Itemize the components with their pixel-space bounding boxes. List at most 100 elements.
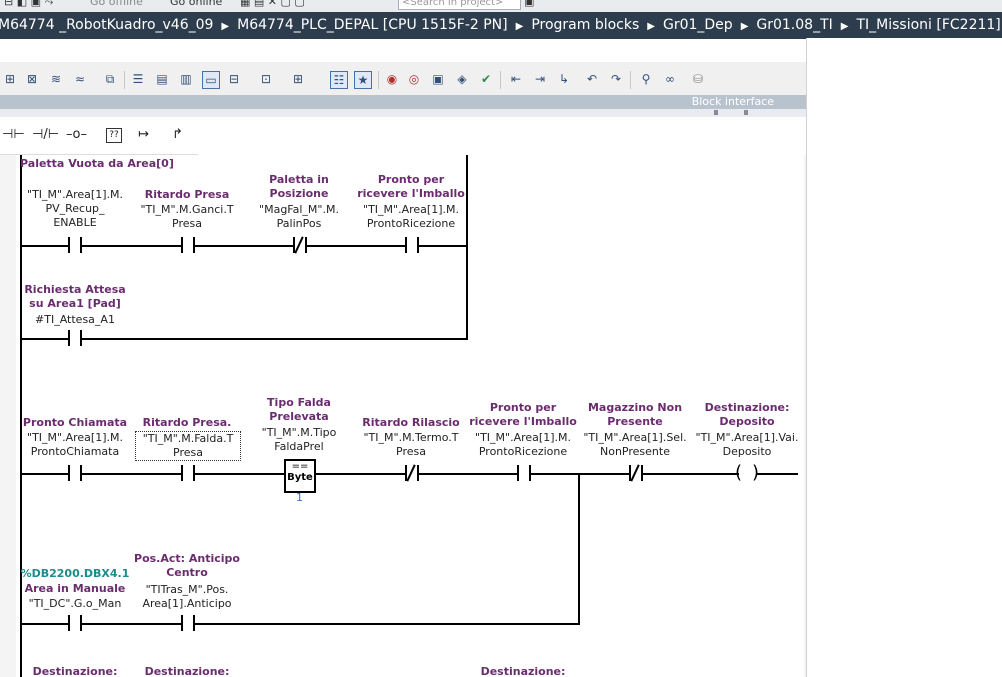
forward-icon[interactable]: ↷: [608, 71, 624, 87]
collapse-networks-icon[interactable]: ▥: [178, 71, 194, 87]
go-online-button[interactable]: Go online: [170, 0, 222, 8]
chevron-right-icon: ▶: [740, 21, 749, 32]
breakpoint-icon[interactable]: ◉: [384, 71, 400, 87]
compare-icon[interactable]: ⧉: [102, 71, 118, 87]
contact-title: Destinazione:: [480, 665, 566, 677]
contact-operand[interactable]: "TITras_M".Pos. Area[1].Anticipo: [132, 583, 242, 611]
contact-plate: [80, 615, 82, 631]
nc-contact-icon[interactable]: ⊣/⊢: [32, 126, 59, 144]
cross-reference-icon[interactable]: ⚲: [638, 71, 654, 87]
contact-plate: [417, 237, 419, 253]
toolbar-icons-partial: ⊟ ◧ ▣ ⤳: [4, 0, 54, 8]
rung-vertical: [466, 155, 468, 247]
contact-title: Pos.Act: Anticipo Centro: [134, 552, 240, 579]
database-icon[interactable]: ⛁: [690, 71, 706, 87]
breadcrumb-block[interactable]: TI_Missioni [FC2211]: [856, 17, 1000, 33]
close-branch-icon[interactable]: ↱: [172, 126, 183, 144]
contact-plate: [193, 237, 195, 253]
contact-plate: [80, 237, 82, 253]
search-input[interactable]: <Search in project>: [398, 0, 521, 10]
coil-right: ): [752, 462, 760, 483]
back-icon[interactable]: ↶: [584, 71, 600, 87]
contact-plate: [641, 465, 643, 481]
contact-operand[interactable]: "TI_M".M.Ganci.T Presa: [132, 203, 242, 231]
contact-title: Pronto Chiamata: [22, 416, 128, 429]
branch-vertical: [578, 473, 580, 625]
breadcrumb-group[interactable]: Gr01_Dep: [663, 17, 733, 33]
delete-row-icon[interactable]: ≈: [72, 71, 88, 87]
insert-row-icon[interactable]: ≋: [48, 71, 64, 87]
compare-type: Byte: [287, 472, 313, 483]
glasses-icon[interactable]: ∞: [662, 71, 678, 87]
step-over-icon[interactable]: ↳: [556, 71, 572, 87]
contact-operand[interactable]: "TI_M".M.Termo.T Presa: [356, 431, 466, 459]
contact-operand[interactable]: "TI_DC".G.o_Man: [20, 597, 130, 611]
contact-operand[interactable]: "MagFal_M".M. PalinPos: [244, 203, 354, 231]
contact-plate: [529, 465, 531, 481]
contact-operand[interactable]: "TI_M".Area[1].M. ProntoChiamata: [20, 431, 130, 459]
contact-title: Ritardo Presa.: [142, 416, 232, 429]
favorites-icon[interactable]: ★: [354, 71, 372, 89]
step-icon[interactable]: ⇥: [532, 71, 548, 87]
contact-plate: [305, 237, 307, 253]
contact-title: Pronto per ricevere l'Imballo: [357, 173, 465, 200]
no-contact-icon[interactable]: ⊣⊢: [2, 126, 25, 144]
empty-box-icon[interactable]: ??: [106, 128, 122, 143]
contact-operand[interactable]: "TI_M".Area[1].M. PV_Recup_ ENABLE: [20, 188, 130, 230]
coil-operand[interactable]: "TI_M".Area[1].Vai. Deposito: [692, 431, 802, 459]
breadcrumb-subgroup[interactable]: Gr01.08_TI: [756, 17, 832, 33]
contact-title: Destinazione:: [144, 665, 230, 677]
expand-networks-icon[interactable]: ▤: [154, 71, 170, 87]
contact-title: Area in Manuale: [24, 582, 126, 595]
open-branch-icon[interactable]: ↦: [138, 126, 149, 144]
compare-box[interactable]: == Byte: [284, 459, 316, 493]
comments-toggle-icon[interactable]: ▭: [202, 71, 220, 89]
coil-icon[interactable]: –o–: [66, 126, 87, 144]
symbol-info-icon[interactable]: ⊡: [258, 71, 274, 87]
branch-vertical: [466, 247, 468, 340]
breakpoint-remove-icon[interactable]: ◎: [406, 71, 422, 87]
align-icon[interactable]: ☰: [130, 71, 146, 87]
contact-operand-selected[interactable]: "TI_M".M.Falda.T Presa: [135, 431, 241, 461]
contact-operand[interactable]: "TI_M".Area[1].M. ProntoRicezione: [356, 203, 466, 231]
breadcrumb-project[interactable]: M64774 _RobotKuadro_v46_09: [0, 17, 213, 33]
contact-title: Paletta Vuota da Area[0]: [20, 157, 174, 170]
contact-title: Richiesta Attesa su Area1 [Pad]: [24, 283, 126, 310]
block-interface-bar[interactable]: Block interface: [0, 95, 806, 109]
go-offline-button[interactable]: Go offline: [90, 0, 143, 8]
right-pane: [806, 38, 1002, 677]
chevron-right-icon: ▶: [647, 21, 655, 32]
contact-title: Destinazione:: [32, 665, 118, 677]
watch-icon[interactable]: ◈: [454, 71, 470, 87]
contact-operand[interactable]: "TI_M".Area[1].M. ProntoRicezione: [468, 431, 578, 459]
splitter-handle[interactable]: [0, 109, 806, 117]
branch-line: [20, 623, 580, 625]
contact-title: Ritardo Presa: [144, 188, 230, 201]
contact-address: %DB2200.DBX4.1: [20, 567, 130, 580]
contact-title: Pronto per ricevere l'Imballo: [469, 401, 577, 428]
compare-operand[interactable]: "TI_M".M.Tipo FaldaPrel: [244, 426, 354, 454]
contact-operand[interactable]: "TI_M".Area[1].Sel. NonPresente: [580, 431, 690, 459]
coil-title: Destinazione: Deposito: [704, 401, 790, 428]
branch-line: [20, 338, 468, 340]
check-icon[interactable]: ✔: [478, 71, 494, 87]
chevron-right-icon: ▶: [221, 21, 230, 32]
search-go-icon[interactable]: ▣: [524, 0, 534, 8]
contact-title: Paletta in Posizione: [269, 173, 329, 200]
breadcrumb: M64774 _RobotKuadro_v46_09 ▶ M64774_PLC_DE…: [0, 12, 1002, 39]
contact-plate: [193, 465, 195, 481]
goto-icon[interactable]: ⇤: [508, 71, 524, 87]
ladder-editor: Paletta Vuota da Area[0] "TI_M".Area[1].…: [0, 155, 806, 677]
breadcrumb-program-blocks[interactable]: Program blocks: [531, 17, 639, 33]
top-toolbar-strip: ⊟ ◧ ▣ ⤳ Go offline Go online ▦ ▤ ✕ ▢ ▢ <…: [0, 0, 1002, 12]
absolute-operands-icon[interactable]: ⊟: [226, 71, 242, 87]
compare-value[interactable]: 1: [296, 491, 303, 504]
monitor-icon[interactable]: ▣: [430, 71, 446, 87]
coil-left: (: [735, 462, 743, 483]
delete-network-icon[interactable]: ⊠: [24, 71, 40, 87]
tag-info-icon[interactable]: ⊞: [290, 71, 306, 87]
contact-operand[interactable]: #TI_Attesa_A1: [20, 313, 130, 327]
insert-network-icon[interactable]: ⊞: [2, 71, 18, 87]
breadcrumb-plc[interactable]: M64774_PLC_DEPAL [CPU 1515F-2 PN]: [237, 17, 507, 33]
network-comments-icon[interactable]: ☷: [330, 71, 348, 89]
